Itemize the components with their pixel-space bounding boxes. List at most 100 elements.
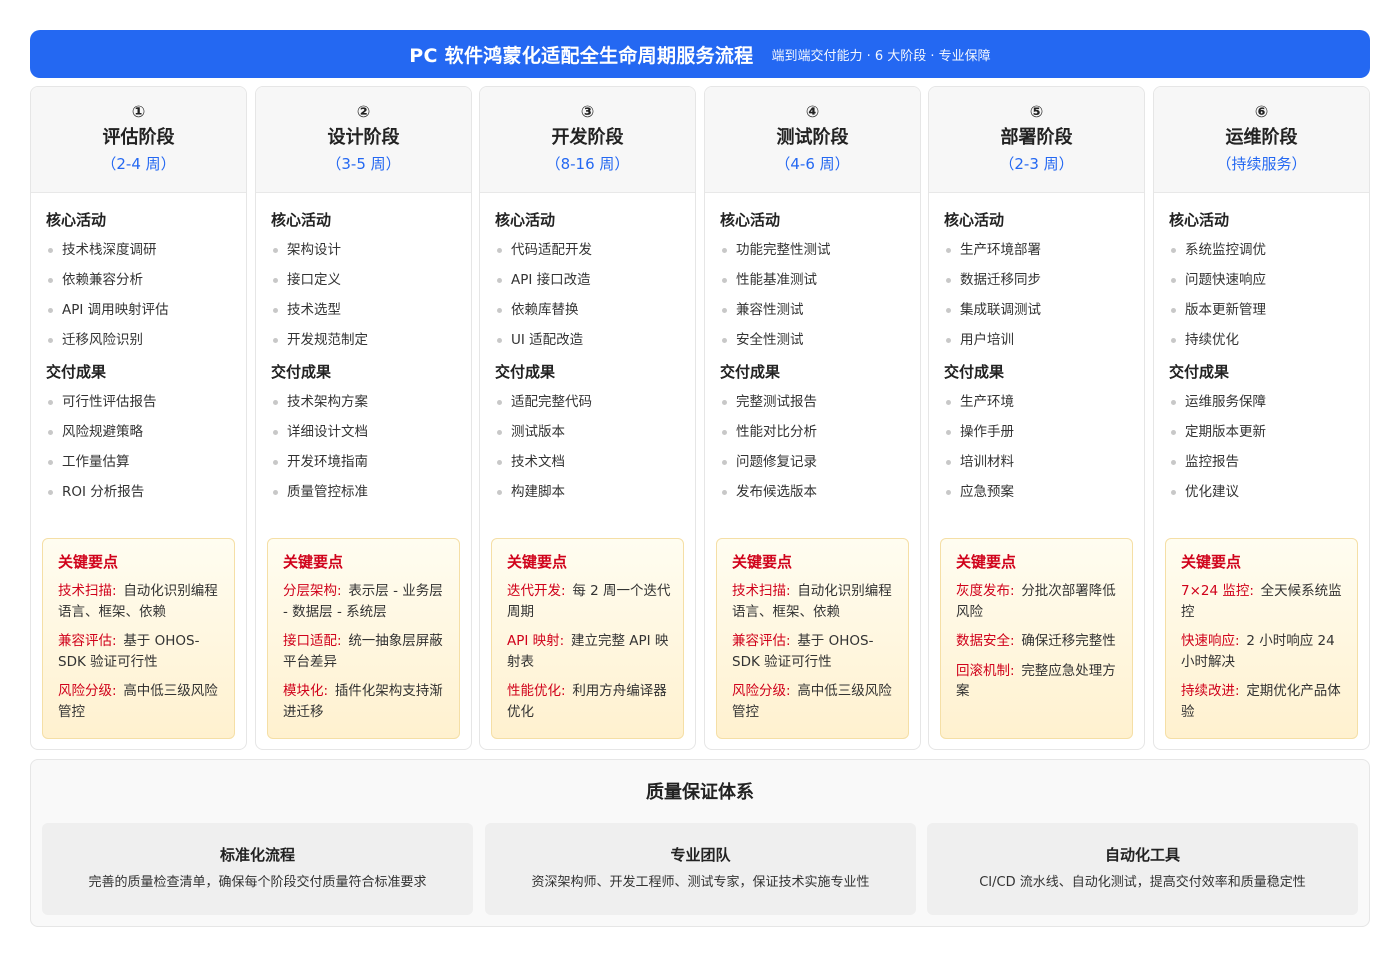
key-point-label: 技术扫描: bbox=[58, 583, 117, 599]
deliverable-item: 风险规避策略 bbox=[46, 422, 234, 452]
deliverables-heading: 交付成果 bbox=[271, 363, 332, 381]
qa-card: 专业团队 资深架构师、开发工程师、测试专家，保证技术实施专业性 bbox=[485, 823, 916, 915]
deliverable-list: 可行性评估报告 风险规避策略 工作量估算 ROI 分析报告 bbox=[46, 392, 234, 512]
key-point-label: 模块化: bbox=[283, 683, 329, 699]
activity-list: 架构设计 接口定义 技术选型 开发规范制定 bbox=[271, 240, 459, 360]
deliverables-heading: 交付成果 bbox=[944, 363, 1005, 381]
key-point-item: 7×24 监控: 全天候系统监控 bbox=[1181, 581, 1345, 622]
key-point-spacer bbox=[1254, 583, 1261, 599]
deliverable-item: 适配完整代码 bbox=[495, 392, 683, 422]
key-point-item: 灰度发布: 分批次部署降低风险 bbox=[956, 581, 1120, 622]
stage-number: ② bbox=[356, 102, 371, 121]
deliverable-item: 操作手册 bbox=[944, 422, 1132, 452]
stage-duration: （持续服务） bbox=[1216, 155, 1307, 173]
key-point-text: 确保迁移完整性 bbox=[1021, 633, 1116, 649]
key-point-item: 风险分级: 高中低三级风险管控 bbox=[58, 681, 222, 722]
core-activities-heading: 核心活动 bbox=[1169, 211, 1230, 229]
activity-item: 问题快速响应 bbox=[1169, 270, 1357, 300]
qa-card: 自动化工具 CI/CD 流水线、自动化测试，提高交付效率和质量稳定性 bbox=[927, 823, 1358, 915]
activity-item: 安全性测试 bbox=[720, 330, 908, 360]
activity-item: 系统监控调优 bbox=[1169, 240, 1357, 270]
key-point-label: 技术扫描: bbox=[732, 583, 791, 599]
key-point-label: 迭代开发: bbox=[507, 583, 566, 599]
deliverable-list: 生产环境 操作手册 培训材料 应急预案 bbox=[944, 392, 1132, 512]
key-point-item: 兼容评估: 基于 OHOS-SDK 验证可行性 bbox=[732, 631, 896, 672]
key-point-item: 技术扫描: 自动化识别编程语言、框架、依赖 bbox=[58, 581, 222, 622]
key-point-label: 7×24 监控: bbox=[1181, 583, 1254, 599]
key-point-label: 接口适配: bbox=[283, 633, 342, 649]
key-points-box: 关键要点 迭代开发: 每 2 周一个迭代周期 API 映射: 建立完整 API 映射… bbox=[491, 538, 684, 739]
stage-body: 核心活动 生产环境部署 数据迁移同步 集成联调测试 用户培训 交付成果 生产环境 操作手册 培训… bbox=[929, 193, 1144, 512]
activity-item: 依赖兼容分析 bbox=[46, 270, 234, 300]
stage-column: ⑤ 部署阶段 （2-3 周） 核心活动 生产环境部署 数据迁移同步 集成联调测试 用户培训 交付… bbox=[928, 86, 1145, 750]
stage-column: ④ 测试阶段 （4-6 周） 核心活动 功能完整性测试 性能基准测试 兼容性测试 安全性测试交… bbox=[704, 86, 921, 750]
activity-item: 用户培训 bbox=[944, 330, 1132, 360]
activity-item: 数据迁移同步 bbox=[944, 270, 1132, 300]
core-activities-heading: 核心活动 bbox=[495, 211, 556, 229]
deliverable-list: 运维服务保障 定期版本更新 监控报告 优化建议 bbox=[1169, 392, 1357, 512]
stage-name: 设计阶段 bbox=[327, 127, 400, 148]
key-point-item: 分层架构: 表示层 - 业务层 - 数据层 - 系统层 bbox=[283, 581, 447, 622]
key-points-box: 关键要点 技术扫描: 自动化识别编程语言、框架、依赖 兼容评估: 基于 OHOS-S… bbox=[42, 538, 235, 739]
qa-card: 标准化流程 完善的质量检查清单，确保每个阶段交付质量符合标准要求 bbox=[42, 823, 473, 915]
qa-card-title: 自动化工具 bbox=[1104, 846, 1180, 864]
stage-body: 核心活动 系统监控调优 问题快速响应 版本更新管理 持续优化 交付成果 运维服务保障 定期版本… bbox=[1154, 193, 1369, 512]
key-point-spacer bbox=[564, 633, 571, 649]
stage-number: ④ bbox=[805, 102, 820, 121]
activity-item: 版本更新管理 bbox=[1169, 300, 1357, 330]
deliverables-heading: 交付成果 bbox=[46, 363, 107, 381]
deliverables-heading: 交付成果 bbox=[495, 363, 556, 381]
deliverable-item: 问题修复记录 bbox=[720, 452, 908, 482]
activity-item: 集成联调测试 bbox=[944, 300, 1132, 330]
qa-card-desc: 完善的质量检查清单，确保每个阶段交付质量符合标准要求 bbox=[88, 875, 427, 890]
deliverable-item: 培训材料 bbox=[944, 452, 1132, 482]
deliverable-item: 性能对比分析 bbox=[720, 422, 908, 452]
page-subtitle: 端到端交付能力 · 6 大阶段 · 专业保障 bbox=[771, 48, 991, 64]
header-banner: PC 软件鸿蒙化适配全生命周期服务流程 端到端交付能力 · 6 大阶段 · 专业… bbox=[30, 30, 1370, 78]
deliverable-item: 工作量估算 bbox=[46, 452, 234, 482]
stage-duration: （2-3 周） bbox=[999, 155, 1074, 173]
deliverable-item: 定期版本更新 bbox=[1169, 422, 1357, 452]
activity-item: API 调用映射评估 bbox=[46, 300, 234, 330]
deliverable-item: 运维服务保障 bbox=[1169, 392, 1357, 422]
key-point-item: 迭代开发: 每 2 周一个迭代周期 bbox=[507, 581, 671, 622]
stage-number: ⑤ bbox=[1029, 102, 1044, 121]
key-points-heading: 关键要点 bbox=[507, 553, 568, 571]
qa-card-title: 标准化流程 bbox=[219, 846, 295, 864]
deliverable-item: 生产环境 bbox=[944, 392, 1132, 422]
qa-card-desc: CI/CD 流水线、自动化测试，提高交付效率和质量稳定性 bbox=[979, 875, 1306, 890]
key-point-label: 兼容评估: bbox=[58, 633, 117, 649]
stage-header: ⑤ 部署阶段 （2-3 周） bbox=[929, 87, 1144, 193]
key-point-label: 快速响应: bbox=[1181, 633, 1240, 649]
stage-duration: （4-6 周） bbox=[775, 155, 850, 173]
stage-column: ③ 开发阶段 （8-16 周） 核心活动代码适配开发 API 接口改造 依赖库替换 UI 适… bbox=[479, 86, 696, 750]
stage-header: ② 设计阶段 （3-5 周） bbox=[256, 87, 471, 193]
activity-list: 生产环境部署 数据迁移同步 集成联调测试 用户培训 bbox=[944, 240, 1132, 360]
stage-number: ③ bbox=[580, 102, 595, 121]
stage-name: 运维阶段 bbox=[1225, 127, 1298, 148]
key-points-box: 关键要点 灰度发布: 分批次部署降低风险 数据安全: 确保迁移完整性 回滚机制: 完整… bbox=[940, 538, 1133, 739]
stage-body: 核心活动 功能完整性测试 性能基准测试 兼容性测试 安全性测试 交付成果 完整测试报告 性能对… bbox=[705, 193, 920, 512]
deliverable-item: 开发环境指南 bbox=[271, 452, 459, 482]
key-point-item: 快速响应: 2 小时响应 24 小时解决 bbox=[1181, 631, 1345, 672]
deliverable-item: 优化建议 bbox=[1169, 482, 1357, 512]
stage-duration: （8-16 周） bbox=[545, 155, 630, 173]
key-point-label: 持续改进: bbox=[1181, 683, 1240, 699]
deliverables-heading: 交付成果 bbox=[1169, 363, 1230, 381]
key-points-heading: 关键要点 bbox=[1181, 553, 1242, 571]
key-point-label: 兼容评估: bbox=[732, 633, 791, 649]
key-point-label: 灰度发布: bbox=[956, 583, 1015, 599]
activity-item: 依赖库替换 bbox=[495, 300, 683, 330]
activity-item: 功能完整性测试 bbox=[720, 240, 908, 270]
deliverable-item: 详细设计文档 bbox=[271, 422, 459, 452]
deliverable-item: 应急预案 bbox=[944, 482, 1132, 512]
deliverable-item: 测试版本 bbox=[495, 422, 683, 452]
stage-name: 测试阶段 bbox=[776, 127, 849, 148]
activity-item: API 接口改造 bbox=[495, 270, 683, 300]
page-title: PC 软件鸿蒙化适配全生命周期服务流程 bbox=[409, 44, 754, 67]
activity-list: 代码适配开发 API 接口改造 依赖库替换 UI 适配改造 bbox=[495, 240, 683, 360]
qa-card-desc: 资深架构师、开发工程师、测试专家，保证技术实施专业性 bbox=[531, 875, 870, 890]
stage-header: ③ 开发阶段 （8-16 周） bbox=[480, 87, 695, 193]
key-point-item: 技术扫描: 自动化识别编程语言、框架、依赖 bbox=[732, 581, 896, 622]
deliverable-list: 适配完整代码 测试版本 技术文档 构建脚本 bbox=[495, 392, 683, 512]
